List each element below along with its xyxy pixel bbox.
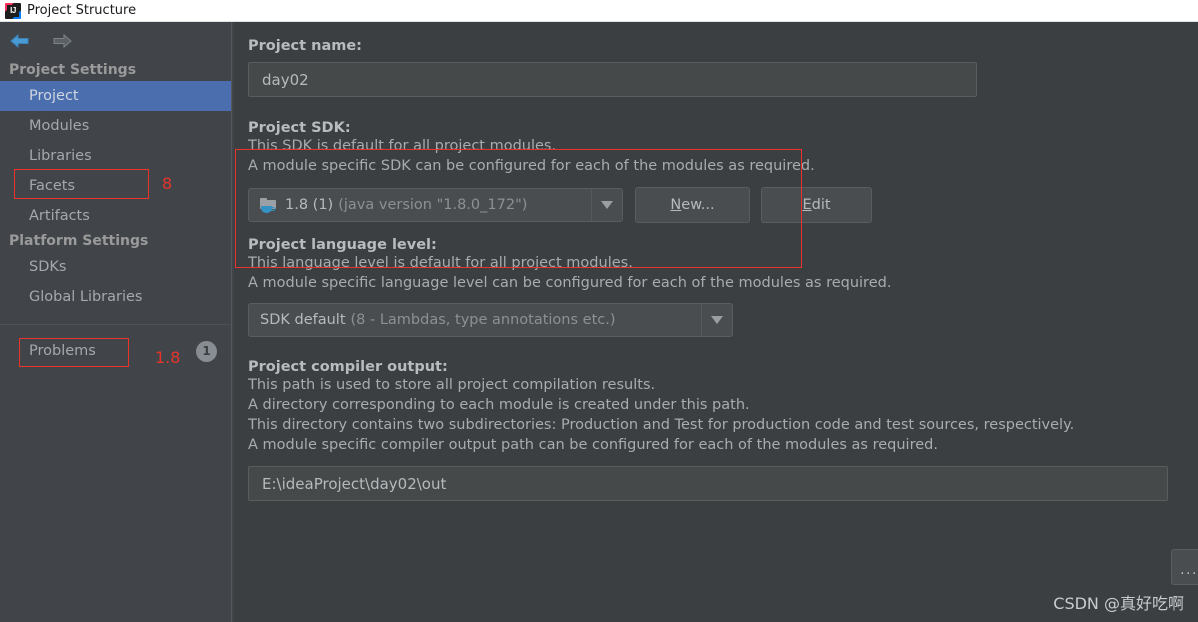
project-compiler-output-desc-line-3: This directory contains two subdirectori… xyxy=(248,417,1075,433)
sidebar-item-label: SDKs xyxy=(29,259,67,275)
project-sdk-row: 1.8 (1) (java version "1.8.0_172") New..… xyxy=(248,187,1198,223)
sidebar-item-label: Problems xyxy=(29,343,96,359)
project-language-level-combo[interactable]: SDK default (8 - Lambdas, type annotatio… xyxy=(248,303,733,337)
project-sdk-combo[interactable]: 1.8 (1) (java version "1.8.0_172") xyxy=(248,188,623,222)
sidebar-group-header-project-settings: Project Settings xyxy=(9,62,137,78)
new-sdk-button-mnemonic: N xyxy=(670,197,682,213)
project-compiler-output-value: E:\ideaProject\day02\out xyxy=(262,474,447,493)
arrow-left-icon[interactable] xyxy=(8,30,32,52)
chevron-down-icon[interactable] xyxy=(701,304,732,336)
edit-sdk-button[interactable]: Edit xyxy=(761,187,872,223)
browse-compiler-output-button[interactable]: ... xyxy=(1171,549,1198,585)
project-language-level-name: SDK default xyxy=(260,312,346,328)
arrow-right-icon[interactable] xyxy=(50,30,74,52)
project-language-level-desc-line-1: This language level is default for all p… xyxy=(248,255,633,271)
sidebar-item-facets[interactable]: Facets xyxy=(0,171,231,201)
window-title: Project Structure xyxy=(27,3,137,18)
intellij-idea-icon: IJ xyxy=(5,2,21,19)
project-name-value: day02 xyxy=(262,70,309,89)
project-language-level-label: Project language level: xyxy=(248,237,437,253)
sidebar-item-project[interactable]: Project xyxy=(0,81,231,111)
project-compiler-output-desc-line-4: A module specific compiler output path c… xyxy=(248,437,938,453)
browse-compiler-output-label: ... xyxy=(1180,562,1198,578)
sidebar-item-sdks[interactable]: SDKs xyxy=(0,252,231,282)
chevron-down-icon[interactable] xyxy=(591,189,622,221)
project-sdk-version: (java version "1.8.0_172") xyxy=(338,197,528,213)
project-language-level-combo-value: SDK default (8 - Lambdas, type annotatio… xyxy=(249,312,701,328)
sidebar-item-label: Modules xyxy=(29,118,90,134)
project-name-label: Project name: xyxy=(248,38,362,54)
project-compiler-output-desc-line-1: This path is used to store all project c… xyxy=(248,377,656,393)
edit-sdk-button-label: dit xyxy=(811,197,831,213)
sidebar-item-libraries[interactable]: Libraries xyxy=(0,141,231,171)
new-sdk-button-label: ew... xyxy=(681,197,715,213)
sidebar-item-label: Project xyxy=(29,88,79,104)
sidebar-item-label: Artifacts xyxy=(29,208,90,224)
project-sdk-combo-value: 1.8 (1) (java version "1.8.0_172") xyxy=(249,197,591,213)
project-sdk-desc-line-2: A module specific SDK can be configured … xyxy=(248,158,815,174)
csdn-watermark: CSDN @真好吃啊 xyxy=(1053,594,1184,613)
sidebar-item-label: Global Libraries xyxy=(29,289,143,305)
sidebar-item-modules[interactable]: Modules xyxy=(0,111,231,141)
workspace: Project Settings Project Modules Librari… xyxy=(0,22,1198,622)
navigation-arrows xyxy=(0,22,231,60)
project-compiler-output-label: Project compiler output: xyxy=(248,359,448,375)
project-language-level-detail: (8 - Lambdas, type annotations etc.) xyxy=(350,312,616,328)
new-sdk-button[interactable]: New... xyxy=(635,187,750,223)
project-compiler-output-input[interactable]: E:\ideaProject\day02\out xyxy=(248,466,1168,501)
problems-count-badge: 1 xyxy=(196,340,217,362)
project-name-input[interactable]: day02 xyxy=(248,62,977,97)
window-title-bar: IJ Project Structure xyxy=(0,0,1198,22)
sidebar-group-header-platform-settings: Platform Settings xyxy=(9,233,149,249)
project-compiler-output-desc-line-2: A directory corresponding to each module… xyxy=(248,397,750,413)
project-language-level-desc-line-2: A module specific language level can be … xyxy=(248,275,892,291)
sidebar-item-label: Facets xyxy=(29,178,76,194)
project-sdk-name: 1.8 (1) xyxy=(285,197,334,213)
sidebar-item-artifacts[interactable]: Artifacts xyxy=(0,201,231,231)
settings-sidebar: Project Settings Project Modules Librari… xyxy=(0,22,231,622)
edit-sdk-button-mnemonic: E xyxy=(802,197,812,213)
sidebar-item-global-libraries[interactable]: Global Libraries xyxy=(0,282,231,312)
sidebar-divider xyxy=(0,324,231,325)
sidebar-item-problems[interactable]: Problems 1 xyxy=(0,336,231,366)
project-sdk-label: Project SDK: xyxy=(248,120,351,136)
project-settings-panel: Project name: day02 Project SDK: This SD… xyxy=(234,22,1198,622)
sidebar-item-label: Libraries xyxy=(29,148,92,164)
java-sdk-folder-icon xyxy=(260,197,278,213)
project-sdk-desc-line-1: This SDK is default for all project modu… xyxy=(248,138,557,154)
